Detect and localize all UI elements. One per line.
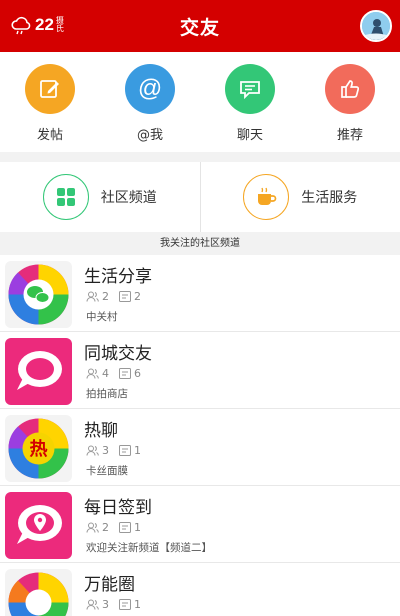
- channel-name: 万能圈: [84, 575, 135, 595]
- channel-name: 每日签到: [84, 498, 152, 518]
- thumbs-up-icon: [325, 64, 375, 114]
- rainbow-ring-logo: [5, 569, 72, 616]
- channel-subtitle: 欢迎关注新频道【频道二】: [86, 542, 212, 554]
- channel-subtitle: 中关村: [86, 311, 118, 323]
- posts-icon: [119, 522, 131, 533]
- post-count: 2: [134, 290, 141, 303]
- channel-list: 生活分享 2 2 中关村 同城交友 4 6 拍拍商店 热 热聊 3 1 卡丝面膜…: [0, 255, 400, 616]
- members-icon: [86, 599, 99, 610]
- hot-logo-text: 热: [30, 438, 48, 460]
- channel-subtitle: 拍拍商店: [86, 388, 128, 400]
- recommend-label: 推荐: [336, 128, 363, 143]
- members-icon: [86, 368, 99, 379]
- community-channels-button[interactable]: 社区频道: [0, 162, 200, 232]
- grid-icon: [42, 174, 89, 220]
- community-channels-label: 社区频道: [100, 190, 157, 206]
- posts-icon: [119, 599, 131, 610]
- channel-name: 同城交友: [84, 344, 152, 364]
- post-button[interactable]: 发帖: [0, 52, 100, 152]
- life-services-label: 生活服务: [301, 190, 358, 206]
- top-bar: 22 摄氏 交友: [0, 0, 400, 52]
- posts-icon: [119, 291, 131, 302]
- members-icon: [86, 291, 99, 302]
- page-title: 交友: [179, 17, 220, 39]
- mentions-button[interactable]: @ @我: [100, 52, 200, 152]
- post-count: 1: [134, 444, 141, 457]
- life-services-button[interactable]: 生活服务: [199, 162, 400, 232]
- pink-speech-bubble-logo: [5, 338, 72, 405]
- rainbow-hot-logo: 热: [5, 415, 72, 482]
- list-item[interactable]: 每日签到 2 1 欢迎关注新频道【频道二】: [0, 486, 400, 563]
- channel-stats: 2 2: [86, 290, 141, 303]
- member-count: 3: [102, 598, 109, 611]
- quick-actions-bar: 发帖 @ @我 聊天 推荐: [0, 52, 400, 152]
- channel-stats: 3 1: [86, 598, 141, 611]
- post-label: 发帖: [36, 128, 63, 143]
- list-item[interactable]: 生活分享 2 2 中关村: [0, 255, 400, 332]
- posts-icon: [119, 368, 131, 379]
- channel-subtitle: 卡丝面膜: [86, 465, 128, 477]
- member-count: 2: [102, 521, 109, 534]
- rainbow-chat-logo: [5, 261, 72, 328]
- channel-stats: 2 1: [86, 521, 141, 534]
- chat-icon: [225, 64, 275, 114]
- avatar-image-icon: [362, 12, 390, 40]
- channel-stats: 3 1: [86, 444, 141, 457]
- post-count: 1: [134, 521, 141, 534]
- member-count: 3: [102, 444, 109, 457]
- chat-label: 聊天: [236, 128, 263, 143]
- pink-location-logo: [5, 492, 72, 559]
- edit-icon: [25, 64, 75, 114]
- channel-name: 生活分享: [84, 267, 152, 287]
- post-count: 6: [134, 367, 141, 380]
- chat-button[interactable]: 聊天: [200, 52, 300, 152]
- list-item[interactable]: 同城交友 4 6 拍拍商店: [0, 332, 400, 409]
- at-icon: @: [125, 64, 175, 114]
- section-title: 我关注的社区频道: [160, 238, 240, 249]
- member-count: 2: [102, 290, 109, 303]
- members-icon: [86, 522, 99, 533]
- channel-stats: 4 6: [86, 367, 141, 380]
- services-bar: 社区频道 生活服务: [0, 162, 400, 232]
- posts-icon: [119, 445, 131, 456]
- coffee-cup-icon: [243, 174, 290, 220]
- channel-name: 热聊: [84, 421, 118, 441]
- list-item[interactable]: 热 热聊 3 1 卡丝面膜: [0, 409, 400, 486]
- recommend-button[interactable]: 推荐: [300, 52, 400, 152]
- members-icon: [86, 445, 99, 456]
- avatar[interactable]: [360, 10, 392, 42]
- post-count: 1: [134, 598, 141, 611]
- member-count: 4: [102, 367, 109, 380]
- list-item[interactable]: 万能圈 3 1: [0, 563, 400, 616]
- mentions-label: @我: [136, 128, 163, 143]
